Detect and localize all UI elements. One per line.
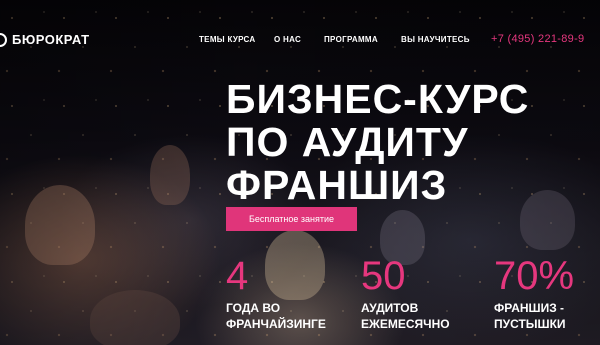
phone-link[interactable]: +7 (495) 221-89-9: [491, 33, 584, 46]
nav-item-about[interactable]: О НАС: [274, 35, 301, 45]
stat-value: 4: [226, 254, 249, 298]
nav-item-program[interactable]: ПРОГРАММА: [324, 35, 378, 45]
stat-label-line: ГОДА ВО: [226, 301, 281, 315]
stat-value: 50: [361, 254, 406, 298]
stat-value: 70%: [494, 254, 575, 298]
hero-title-line: ФРАНШИЗ: [226, 162, 448, 208]
free-lesson-button[interactable]: Бесплатное занятие: [226, 207, 357, 231]
hero-title-line: БИЗНЕС-КУРС: [226, 76, 530, 122]
stat-label-line: АУДИТОВ: [361, 301, 419, 315]
stat-label: АУДИТОВ ЕЖЕМЕСЯЧНО: [361, 300, 450, 332]
stat-label: ГОДА ВО ФРАНЧАЙЗИНГЕ: [226, 300, 326, 332]
site-header: БЮРОКРАТ ТЕМЫ КУРСА О НАС ПРОГРАММА ВЫ Н…: [0, 0, 600, 47]
logo[interactable]: БЮРОКРАТ: [0, 33, 90, 47]
nav-item-course-topics[interactable]: ТЕМЫ КУРСА: [199, 35, 256, 45]
stat-label-line: ФРАНЧАЙЗИНГЕ: [226, 317, 326, 331]
stat-label-line: ПУСТЫШКИ: [494, 317, 566, 331]
hero-title: БИЗНЕС-КУРС ПО АУДИТУ ФРАНШИЗ: [226, 78, 556, 207]
logo-text: БЮРОКРАТ: [12, 32, 90, 47]
nav-item-you-will-learn[interactable]: ВЫ НАУЧИТЕСЬ: [401, 35, 470, 45]
hero-title-line: ПО АУДИТУ: [226, 119, 469, 165]
stat-audits: 50 АУДИТОВ ЕЖЕМЕСЯЧНО: [361, 255, 450, 332]
stat-label: ФРАНШИЗ - ПУСТЫШКИ: [494, 300, 574, 332]
stat-years: 4 ГОДА ВО ФРАНЧАЙЗИНГЕ: [226, 255, 326, 332]
logo-icon: [0, 33, 7, 47]
stat-franchises: 70% ФРАНШИЗ - ПУСТЫШКИ: [494, 255, 574, 332]
stat-label-line: ФРАНШИЗ -: [494, 301, 565, 315]
stat-label-line: ЕЖЕМЕСЯЧНО: [361, 317, 450, 331]
